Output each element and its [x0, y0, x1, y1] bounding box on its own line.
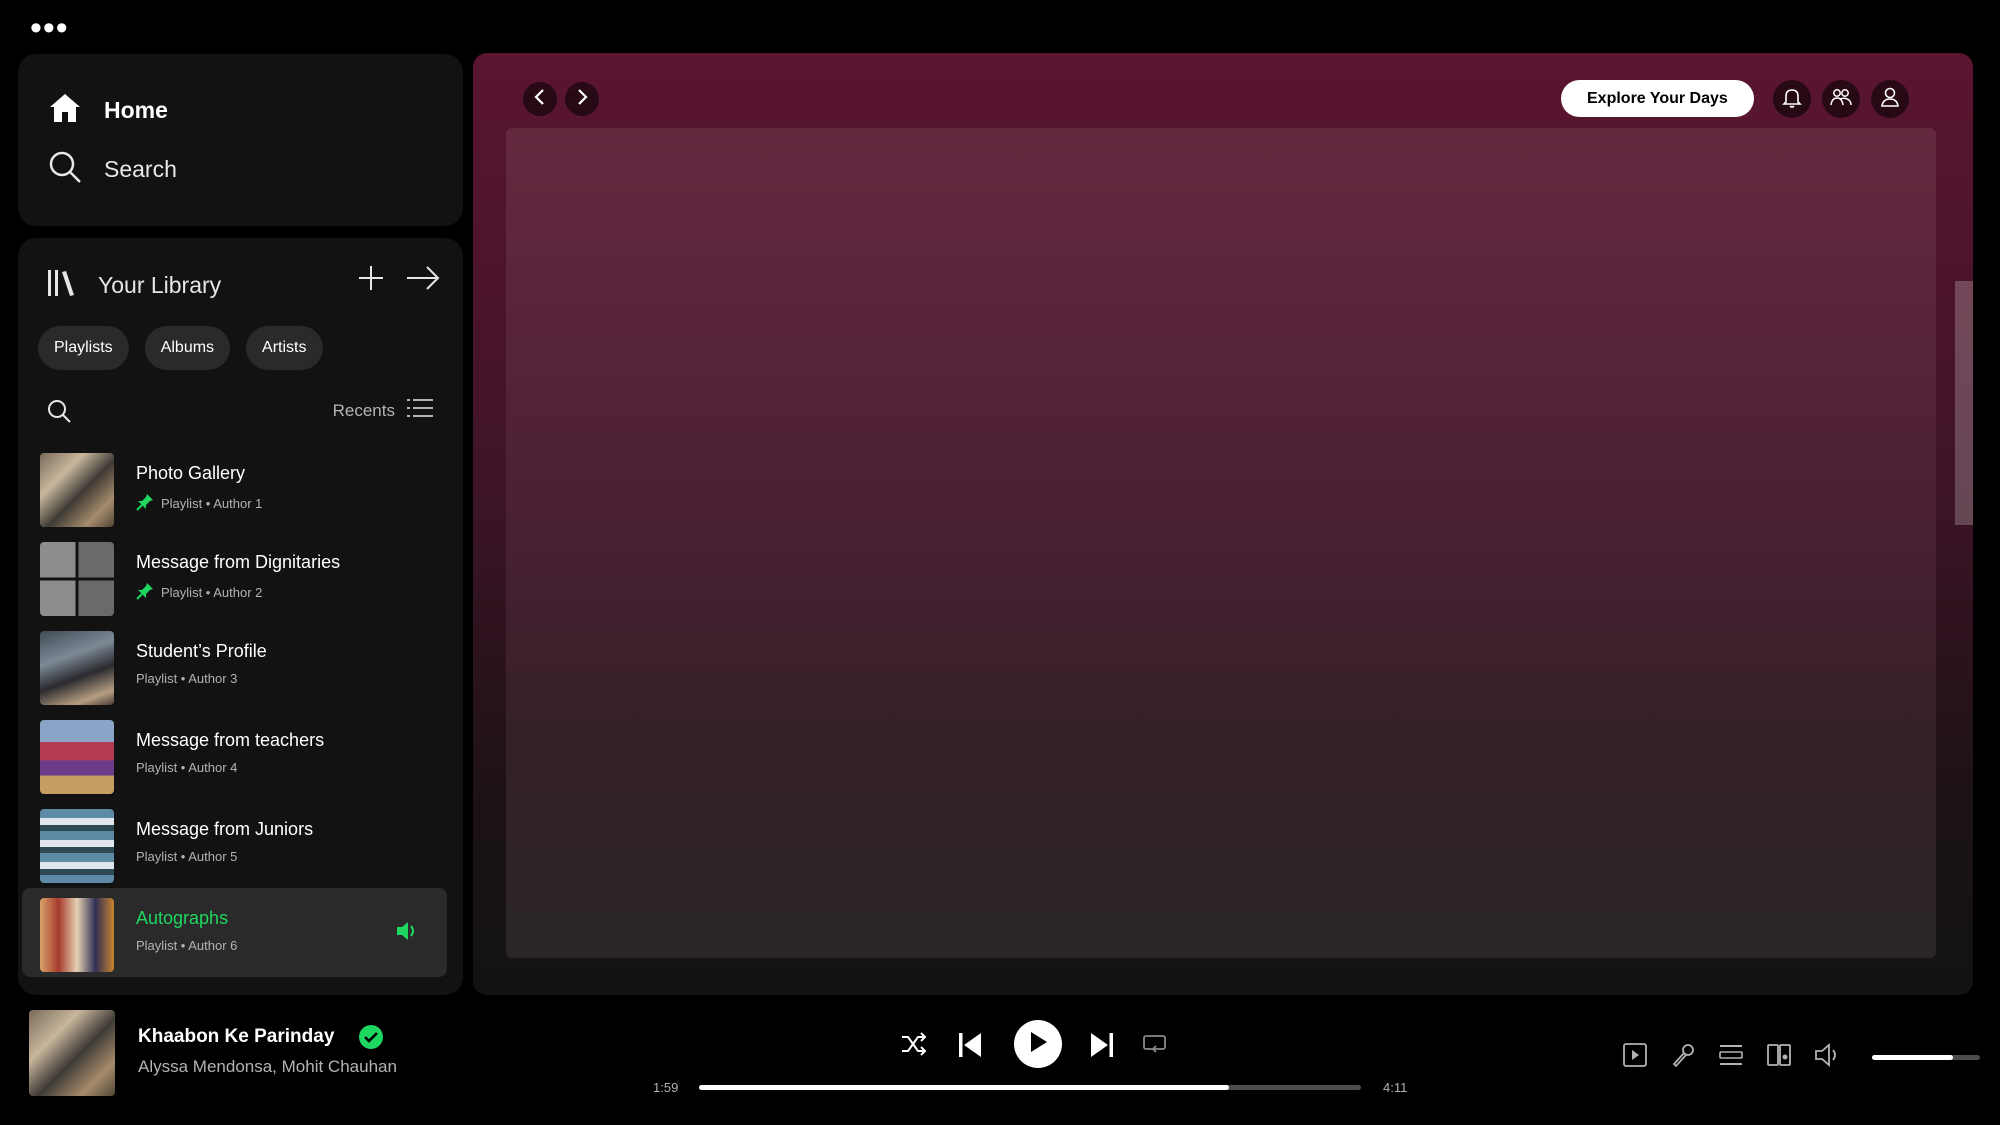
- now-playing-artists[interactable]: Alyssa Mendonsa, Mohit Chauhan: [138, 1057, 397, 1077]
- playlist-title: Message from Juniors: [136, 819, 314, 839]
- library-list: Photo Gallery Playlist • Author 1 Messag…: [18, 443, 463, 977]
- playlist-thumbnail: [40, 720, 114, 794]
- next-icon[interactable]: [1090, 1032, 1114, 1058]
- playlist-thumbnail: [40, 809, 114, 883]
- list-item[interactable]: Message from teachers Playlist • Author …: [22, 710, 447, 799]
- library-actions: [357, 264, 441, 297]
- chip-albums[interactable]: Albums: [144, 326, 231, 370]
- playlist-thumbnail: [40, 898, 114, 972]
- nav-home[interactable]: Home: [48, 92, 168, 129]
- playlist-subtitle: Playlist • Author 2: [136, 582, 262, 603]
- chevron-right-icon: [574, 88, 590, 111]
- playlist-title: Student’s Profile: [136, 641, 267, 661]
- progress-bar[interactable]: [699, 1085, 1361, 1090]
- now-playing-speaker-icon: [395, 920, 419, 947]
- playlist-thumbnail: [40, 631, 114, 705]
- playlist-subtitle: Playlist • Author 5: [136, 849, 237, 864]
- menu-dots-icon[interactable]: •••: [30, 11, 69, 45]
- friends-activity-button[interactable]: [1822, 80, 1860, 118]
- chevron-left-icon: [532, 88, 548, 111]
- player-bar: Khaabon Ke Parinday Alyssa Mendonsa, Moh…: [0, 1000, 2000, 1125]
- nav-panel: Home Search: [18, 54, 463, 226]
- nav-search[interactable]: Search: [48, 150, 177, 189]
- search-icon: [48, 150, 82, 189]
- header-icons: [1773, 80, 1909, 118]
- bell-icon: [1781, 86, 1803, 113]
- main-panel: Explore Your Days: [473, 53, 1973, 995]
- home-icon: [48, 92, 82, 129]
- play-button[interactable]: [1014, 1020, 1062, 1068]
- library-title: Your Library: [98, 272, 222, 298]
- list-item[interactable]: Message from Dignitaries Playlist • Auth…: [22, 532, 447, 621]
- nav-home-label: Home: [104, 97, 168, 123]
- library-search-icon[interactable]: [46, 398, 72, 429]
- shuffle-icon[interactable]: [900, 1032, 928, 1056]
- previous-icon[interactable]: [958, 1032, 982, 1058]
- playlist-meta: Playlist • Author 6: [136, 938, 238, 953]
- connect-device-icon[interactable]: [1766, 1042, 1792, 1073]
- list-item[interactable]: Photo Gallery Playlist • Author 1: [22, 443, 447, 532]
- pin-icon: [136, 582, 154, 603]
- filter-chips: Playlists Albums Artists: [38, 326, 323, 370]
- elapsed-time: 1:59: [653, 1080, 679, 1095]
- history-nav: [523, 82, 599, 116]
- now-playing-view-icon[interactable]: [1622, 1042, 1648, 1073]
- pin-icon: [136, 493, 154, 514]
- main-content-area: [506, 128, 1936, 958]
- playlist-meta: Playlist • Author 2: [161, 585, 263, 600]
- app-window: ••• Home Search Your Library Playlists A…: [0, 0, 2000, 1125]
- playback-controls: [900, 1020, 1170, 1070]
- playlist-meta: Playlist • Author 5: [136, 849, 238, 864]
- add-icon[interactable]: [357, 264, 385, 297]
- library-header[interactable]: Your Library: [46, 268, 221, 303]
- playlist-subtitle: Playlist • Author 6: [136, 938, 237, 953]
- sort-recents[interactable]: Recents: [333, 398, 433, 423]
- play-icon: [1028, 1031, 1048, 1058]
- total-time: 4:11: [1383, 1080, 1408, 1095]
- now-playing-title[interactable]: Khaabon Ke Parinday: [138, 1026, 334, 1048]
- queue-icon[interactable]: [1718, 1043, 1744, 1072]
- expand-arrow-icon[interactable]: [405, 264, 441, 297]
- playlist-thumbnail: [40, 542, 114, 616]
- library-icon: [46, 268, 76, 303]
- sort-label: Recents: [332, 400, 395, 420]
- playlist-title: Photo Gallery: [136, 463, 246, 483]
- now-playing-cover[interactable]: [29, 1010, 115, 1096]
- playlist-meta: Playlist • Author 4: [136, 760, 238, 775]
- repeat-icon[interactable]: [1142, 1034, 1168, 1054]
- playlist-subtitle: Playlist • Author 1: [136, 493, 262, 514]
- list-item-active[interactable]: Autographs Playlist • Author 6: [22, 888, 447, 977]
- lyrics-mic-icon[interactable]: [1670, 1042, 1696, 1073]
- nav-search-label: Search: [104, 156, 177, 182]
- notifications-button[interactable]: [1773, 80, 1811, 118]
- list-item[interactable]: Message from Juniors Playlist • Author 5: [22, 799, 447, 888]
- saved-check-icon[interactable]: [358, 1024, 384, 1055]
- playlist-meta: Playlist • Author 1: [161, 496, 263, 511]
- back-button[interactable]: [523, 82, 557, 116]
- list-icon: [407, 398, 433, 423]
- library-panel: Your Library Playlists Albums Artists Re…: [18, 238, 463, 995]
- main-scrollbar[interactable]: [1955, 281, 1973, 525]
- forward-button[interactable]: [565, 82, 599, 116]
- volume-slider[interactable]: [1872, 1055, 1980, 1060]
- volume-fill: [1872, 1055, 1953, 1060]
- playlist-subtitle: Playlist • Author 4: [136, 760, 237, 775]
- progress-fill: [699, 1085, 1229, 1090]
- playlist-title: Autographs: [136, 908, 229, 928]
- playlist-meta: Playlist • Author 3: [136, 671, 238, 686]
- playlist-title: Message from teachers: [136, 730, 325, 750]
- extra-controls: [1622, 1042, 1980, 1073]
- playlist-thumbnail: [40, 453, 114, 527]
- chip-artists[interactable]: Artists: [246, 326, 323, 370]
- playlist-title: Message from Dignitaries: [136, 552, 341, 572]
- playlist-subtitle: Playlist • Author 3: [136, 671, 237, 686]
- explore-your-days-button[interactable]: Explore Your Days: [1561, 80, 1754, 117]
- group-icon: [1829, 86, 1853, 113]
- volume-icon[interactable]: [1814, 1043, 1842, 1072]
- list-item[interactable]: Student’s Profile Playlist • Author 3: [22, 621, 447, 710]
- user-icon: [1879, 86, 1901, 113]
- profile-button[interactable]: [1871, 80, 1909, 118]
- chip-playlists[interactable]: Playlists: [38, 326, 129, 370]
